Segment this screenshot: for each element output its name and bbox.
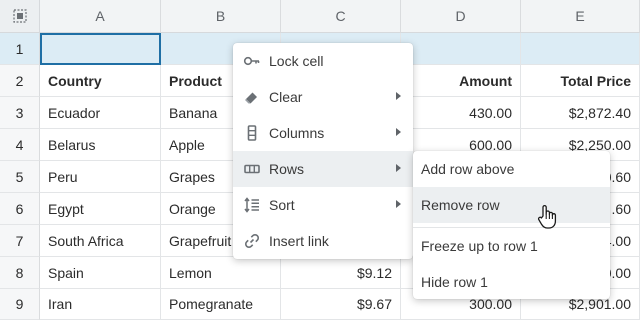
cell-d3[interactable]: 430.00: [401, 97, 521, 129]
row-header-6[interactable]: 6: [0, 193, 40, 225]
rows-submenu: Add row above Remove row Freeze up to ro…: [413, 151, 610, 299]
submenu-item-label: Add row above: [421, 161, 515, 177]
link-icon: [242, 231, 262, 251]
menu-item-rows[interactable]: Rows: [233, 151, 413, 187]
row-header-9[interactable]: 9: [0, 289, 40, 320]
menu-item-label: Columns: [269, 125, 325, 141]
chevron-right-icon: [396, 200, 401, 208]
row-header-3[interactable]: 3: [0, 97, 40, 129]
submenu-item-freeze-up-to-row-1[interactable]: Freeze up to row 1: [413, 228, 610, 264]
menu-item-columns[interactable]: Columns: [233, 115, 413, 151]
submenu-item-remove-row[interactable]: Remove row: [413, 187, 610, 223]
chevron-right-icon: [396, 92, 401, 100]
menu-item-label: Sort: [269, 197, 295, 213]
cell-b9[interactable]: Pomegranate: [161, 289, 281, 320]
cell-e3[interactable]: $2,872.40: [521, 97, 640, 129]
cell-b8[interactable]: Lemon: [161, 257, 281, 289]
submenu-item-hide-row-1[interactable]: Hide row 1: [413, 264, 610, 300]
submenu-item-label: Freeze up to row 1: [421, 238, 538, 254]
row-header-8[interactable]: 8: [0, 257, 40, 289]
column-header-c[interactable]: C: [281, 0, 401, 33]
menu-item-label: Insert link: [269, 233, 329, 249]
cell-c8[interactable]: $9.12: [281, 257, 401, 289]
chevron-right-icon: [396, 164, 401, 172]
cell-a2[interactable]: Country: [40, 65, 161, 97]
column-header-b[interactable]: B: [161, 0, 281, 33]
rows-icon: [242, 159, 262, 179]
row-header-1[interactable]: 1: [0, 33, 40, 65]
menu-item-label: Rows: [269, 161, 305, 177]
row-header-5[interactable]: 5: [0, 161, 40, 193]
cell-a6[interactable]: Egypt: [40, 193, 161, 225]
cell-c9[interactable]: $9.67: [281, 289, 401, 320]
column-header-a[interactable]: A: [40, 0, 161, 33]
cell-d2[interactable]: Amount: [401, 65, 521, 97]
menu-item-insert-link[interactable]: Insert link: [233, 223, 413, 259]
cell-a4[interactable]: Belarus: [40, 129, 161, 161]
cell-a5[interactable]: Peru: [40, 161, 161, 193]
chevron-right-icon: [396, 128, 401, 136]
hand-cursor-icon: [537, 204, 557, 230]
menu-item-label: Lock cell: [269, 53, 324, 69]
menu-item-lock-cell[interactable]: Lock cell: [233, 43, 413, 79]
context-menu: Lock cell Clear Columns Rows Sort Insert…: [233, 43, 413, 259]
row-header-4[interactable]: 4: [0, 129, 40, 161]
menu-item-sort[interactable]: Sort: [233, 187, 413, 223]
row-header-2[interactable]: 2: [0, 65, 40, 97]
cell-a9[interactable]: Iran: [40, 289, 161, 320]
row-header-7[interactable]: 7: [0, 225, 40, 257]
columns-icon: [242, 123, 262, 143]
eraser-icon: [242, 87, 262, 107]
key-icon: [242, 51, 262, 71]
column-header-d[interactable]: D: [401, 0, 521, 33]
cell-e1[interactable]: [521, 33, 640, 65]
cell-a8[interactable]: Spain: [40, 257, 161, 289]
cell-a3[interactable]: Ecuador: [40, 97, 161, 129]
menu-item-label: Clear: [269, 89, 303, 105]
active-cell-a1[interactable]: [40, 33, 161, 65]
cell-a7[interactable]: South Africa: [40, 225, 161, 257]
submenu-item-add-row-above[interactable]: Add row above: [413, 151, 610, 187]
submenu-item-label: Remove row: [421, 197, 500, 213]
menu-item-clear[interactable]: Clear: [233, 79, 413, 115]
sort-icon: [242, 195, 262, 215]
column-header-e[interactable]: E: [521, 0, 640, 33]
cell-d1[interactable]: [401, 33, 521, 65]
cell-e2[interactable]: Total Price: [521, 65, 640, 97]
select-all-button[interactable]: [0, 0, 40, 33]
submenu-item-label: Hide row 1: [421, 274, 488, 290]
select-all-icon: [12, 9, 27, 23]
